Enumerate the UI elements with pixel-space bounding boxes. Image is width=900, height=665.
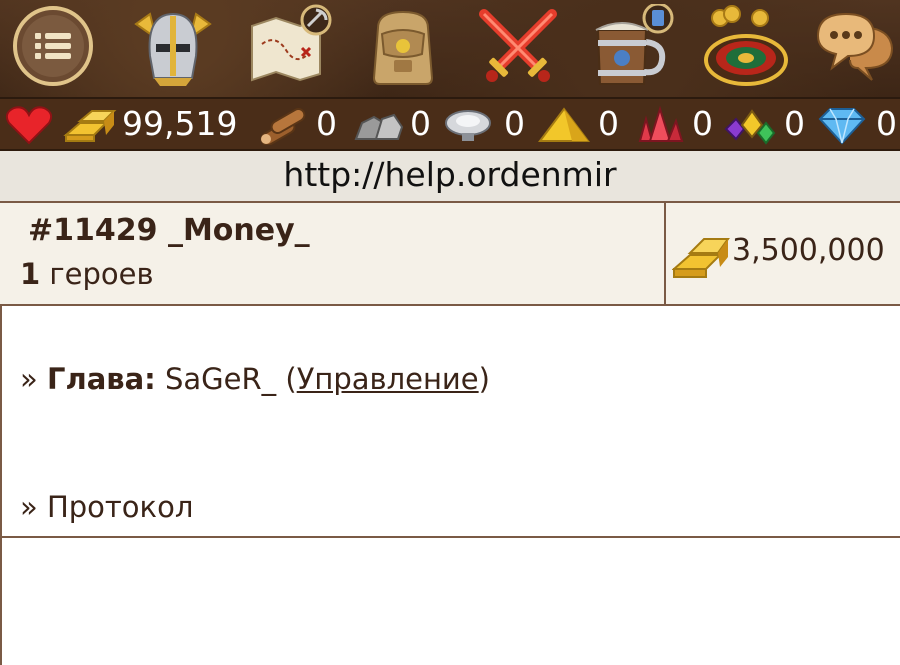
gold-amount: 99,519 bbox=[122, 104, 238, 143]
heroes-label: героев bbox=[40, 257, 154, 291]
tavern-button[interactable] bbox=[574, 0, 674, 97]
close-paren: ) bbox=[478, 362, 490, 396]
manage-link[interactable]: Управление bbox=[297, 362, 479, 396]
leader-label: Глава: bbox=[46, 362, 156, 396]
stone-amount: 0 bbox=[410, 104, 431, 143]
wood-amount: 0 bbox=[316, 104, 337, 143]
menu-button[interactable] bbox=[0, 0, 96, 97]
clan-treasury: 3,500,000 bbox=[672, 229, 892, 283]
gold-bar-icon bbox=[63, 110, 117, 142]
casino-button[interactable] bbox=[688, 0, 788, 97]
chat-icon bbox=[816, 12, 894, 81]
empty-panel bbox=[0, 538, 900, 665]
menu-icon bbox=[13, 6, 93, 86]
clan-gold-amount: 3,500,000 bbox=[732, 233, 885, 268]
chat-button[interactable] bbox=[800, 0, 896, 97]
gems-icon bbox=[724, 109, 776, 145]
mercury-flask-icon bbox=[445, 110, 491, 141]
column-divider bbox=[664, 203, 666, 304]
clan-header: #11429 _Money_ 1 героев 3,500,000 bbox=[0, 203, 900, 306]
mercury-amount: 0 bbox=[504, 104, 525, 143]
sulfur-amount: 0 bbox=[598, 104, 619, 143]
battle-button[interactable] bbox=[460, 0, 557, 97]
leader-prefix: » bbox=[20, 362, 47, 396]
tavern-mug-icon bbox=[595, 4, 674, 85]
stone-icon bbox=[354, 113, 404, 140]
crossed-swords-icon bbox=[479, 9, 557, 82]
map-button[interactable] bbox=[232, 0, 332, 97]
gold-bar-icon bbox=[672, 238, 730, 278]
wood-logs-icon bbox=[260, 108, 306, 145]
hero-button[interactable] bbox=[118, 0, 214, 97]
heart-icon bbox=[5, 106, 53, 145]
clan-heroes-count: 1 героев bbox=[20, 257, 154, 291]
clan-leader-row: » Глава: SaGeR_ (Управление) bbox=[20, 362, 490, 396]
gems-amount: 0 bbox=[784, 104, 805, 143]
heroes-number: 1 bbox=[20, 257, 41, 291]
crystals-amount: 0 bbox=[692, 104, 713, 143]
resource-bar: 99,519 0 0 0 0 0 0 0 bbox=[0, 99, 900, 151]
leader-name: SaGeR_ ( bbox=[155, 362, 297, 396]
top-nav-bar bbox=[0, 0, 900, 99]
backpack-icon bbox=[372, 10, 434, 85]
diamond-icon bbox=[818, 108, 866, 145]
diamonds-amount: 0 bbox=[876, 104, 897, 143]
treasure-map-icon bbox=[251, 4, 332, 82]
clan-title: #11429 _Money_ bbox=[28, 213, 310, 248]
protocol-link[interactable]: » Протокол bbox=[20, 490, 193, 524]
inventory-button[interactable] bbox=[350, 0, 446, 97]
red-crystals-icon bbox=[638, 105, 684, 142]
knight-helmet-icon bbox=[134, 12, 212, 86]
sulfur-pile-icon bbox=[538, 107, 590, 142]
roulette-icon bbox=[704, 5, 788, 86]
clan-info-panel: » Глава: SaGeR_ (Управление) » Протокол bbox=[0, 306, 900, 538]
help-url[interactable]: http://help.ordenmir bbox=[0, 151, 900, 203]
